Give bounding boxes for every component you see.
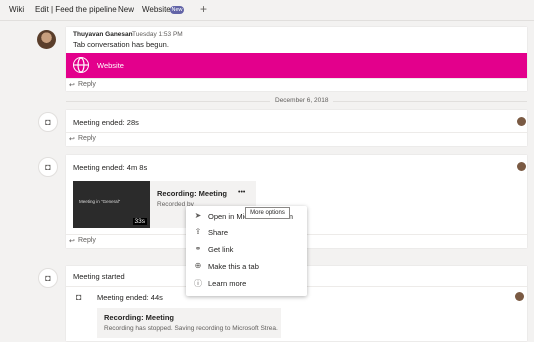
- reply-icon: ↩: [69, 238, 75, 245]
- meeting-title: Meeting ended: 4m 8s: [73, 163, 148, 172]
- banner-label: Website: [97, 61, 124, 70]
- participant-avatar: [517, 162, 526, 171]
- tab-website[interactable]: Website: [142, 5, 171, 14]
- video-camera-icon: ◘: [38, 268, 58, 288]
- reply-label: Reply: [78, 81, 96, 88]
- more-options-tooltip: More options: [245, 207, 290, 219]
- recording-status-panel: Recording: Meeting Recording has stopped…: [97, 308, 281, 338]
- video-camera-icon: ◘: [76, 292, 82, 302]
- video-camera-icon: ◘: [38, 157, 58, 177]
- reply-row[interactable]: ↩ Reply: [66, 132, 527, 147]
- tab-bar: Wiki Edit | Feed the pipeline New Websit…: [0, 0, 534, 21]
- video-camera-icon: ◘: [38, 112, 58, 132]
- post-time: Tuesday 1:53 PM: [132, 31, 183, 38]
- recording-context-menu: ➤ Open in Microsoft Stream ⇪ Share ⚭ Get…: [186, 206, 307, 296]
- arrow-icon: ➤: [194, 211, 202, 220]
- website-banner[interactable]: Website: [66, 53, 527, 78]
- menu-item-label: Learn more: [208, 279, 247, 288]
- reply-icon: ↩: [69, 82, 75, 89]
- sub-meeting-title: Meeting ended: 44s: [97, 293, 163, 302]
- recording-title: Recording: Meeting: [157, 189, 228, 198]
- menu-item-label: Share: [208, 228, 229, 237]
- meeting-title: Meeting started: [73, 272, 125, 281]
- reply-icon: ↩: [69, 136, 75, 143]
- reply-label: Reply: [78, 237, 96, 244]
- post-author: Thuyavan Ganesan: [73, 31, 133, 38]
- recording-title: Recording: Meeting: [104, 313, 175, 322]
- thumbnail-title: Meeting in "General": [79, 199, 121, 204]
- reply-label: Reply: [78, 135, 96, 142]
- meeting-title: Meeting ended: 28s: [73, 118, 139, 127]
- menu-item-get-link[interactable]: ⚭ Get link: [186, 242, 307, 258]
- menu-item-label: Get link: [208, 245, 234, 254]
- post-text: Tab conversation has begun.: [73, 40, 169, 49]
- tab-icon: ⊕: [194, 261, 202, 270]
- reply-row[interactable]: ↩ Reply: [66, 78, 527, 93]
- menu-item-label: Make this a tab: [208, 262, 259, 271]
- recording-status-text: Recording has stopped. Saving recording …: [104, 325, 278, 332]
- post-card: Thuyavan Ganesan Tuesday 1:53 PM Tab con…: [66, 27, 527, 91]
- participant-avatar: [515, 292, 524, 301]
- globe-icon: [73, 57, 89, 73]
- info-icon: ⓘ: [194, 279, 202, 288]
- more-options-button[interactable]: •••: [238, 189, 245, 196]
- date-divider-label: December 6, 2018: [270, 97, 334, 104]
- meeting-card: Meeting ended: 28s ↩ Reply: [66, 110, 527, 146]
- avatar: [37, 30, 56, 49]
- menu-item-share[interactable]: ⇪ Share: [186, 225, 307, 241]
- new-badge: New: [170, 6, 184, 14]
- menu-item-learn-more[interactable]: ⓘ Learn more: [186, 276, 307, 292]
- tab-new[interactable]: New: [118, 5, 134, 14]
- tab-wiki[interactable]: Wiki: [9, 5, 24, 14]
- share-icon: ⇪: [194, 227, 202, 236]
- tab-edit-feed[interactable]: Edit | Feed the pipeline: [35, 5, 117, 14]
- recording-thumbnail[interactable]: Meeting in "General" 33s: [73, 181, 150, 228]
- menu-item-make-tab[interactable]: ⊕ Make this a tab: [186, 259, 307, 275]
- link-icon: ⚭: [194, 244, 202, 253]
- add-tab-button[interactable]: +: [200, 2, 207, 16]
- thumbnail-duration: 33s: [132, 218, 147, 225]
- participant-avatar: [517, 117, 526, 126]
